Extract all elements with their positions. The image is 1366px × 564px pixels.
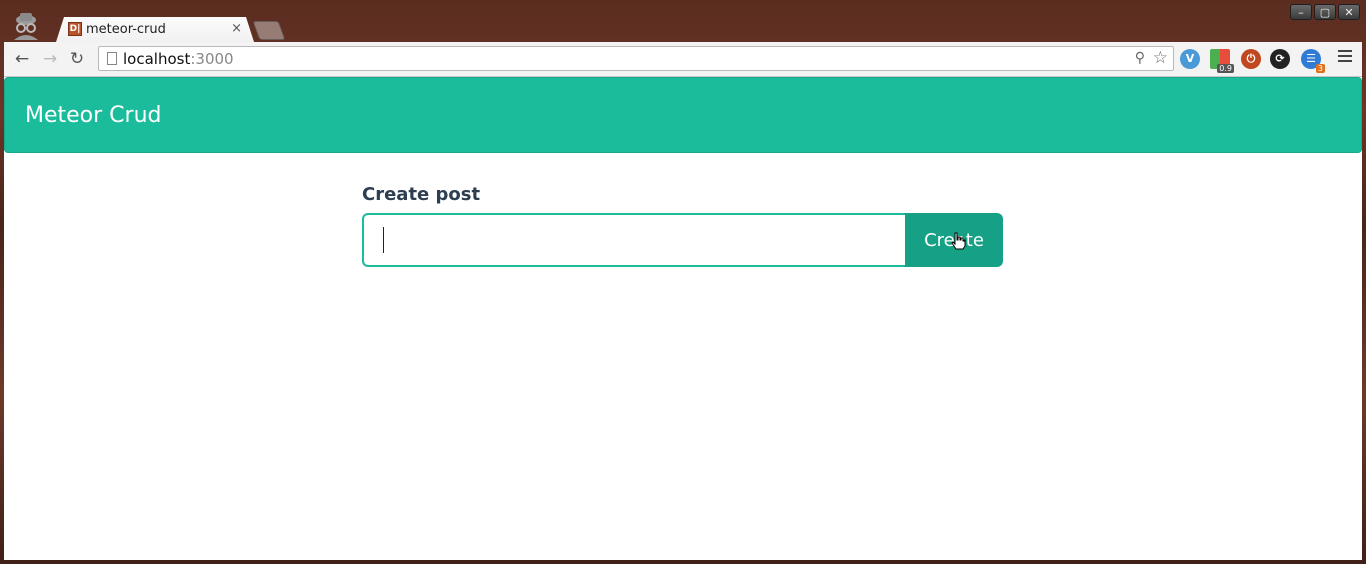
close-window-button[interactable]: ✕ (1338, 4, 1360, 20)
tab-favicon-icon: D| (69, 24, 81, 34)
new-tab-button[interactable] (252, 21, 286, 40)
power-extension-glyph: ⏻ (1246, 52, 1256, 65)
maximize-button[interactable]: ▢ (1314, 4, 1336, 20)
create-post-label: Create post (362, 184, 481, 205)
page-icon (107, 52, 117, 65)
url-port: :3000 (190, 50, 234, 68)
power-extension-icon[interactable]: ⏻ (1241, 49, 1261, 69)
vimium-extension-icon[interactable]: V (1180, 49, 1200, 69)
signal-extension-icon[interactable]: ☰ 3 (1301, 49, 1325, 73)
post-input[interactable] (362, 213, 905, 267)
sync-extension-icon[interactable]: ⟳ (1270, 49, 1290, 69)
tag-extension-badge: 0.9 (1217, 64, 1234, 73)
browser-toolbar: ← → ↻ localhost:3000 ⚲ ☆ V 0.9 ⏻ ⟳ ☰ 3 (4, 42, 1362, 77)
address-url: localhost:3000 (123, 50, 234, 68)
browser-window: D| meteor-crud × – ▢ ✕ ← → ↻ localhost:3… (0, 0, 1366, 564)
hand-cursor-icon (951, 232, 966, 250)
window-controls: – ▢ ✕ (1290, 4, 1360, 20)
vimium-extension-glyph: V (1185, 52, 1195, 65)
app-navbar: Meteor Crud (4, 77, 1362, 153)
signal-extension-glyph: ☰ (1306, 52, 1316, 65)
minimize-button[interactable]: – (1290, 4, 1312, 20)
page-content: Meteor Crud Create post Create (4, 77, 1362, 560)
navbar-brand[interactable]: Meteor Crud (25, 103, 162, 128)
text-caret (383, 227, 384, 253)
back-arrow-icon[interactable]: ← (12, 49, 32, 69)
tag-extension-icon[interactable]: 0.9 (1210, 49, 1234, 73)
create-post-form: Create (362, 213, 1003, 267)
url-host: localhost (123, 50, 191, 68)
titlebar: D| meteor-crud × – ▢ ✕ (0, 0, 1366, 42)
signal-extension-badge: 3 (1315, 64, 1325, 73)
incognito-icon (8, 10, 44, 40)
forward-arrow-icon[interactable]: → (40, 49, 60, 69)
reload-icon[interactable]: ↻ (67, 49, 87, 69)
zoom-icon[interactable]: ⚲ (1135, 50, 1145, 66)
bookmark-star-icon[interactable]: ☆ (1153, 48, 1168, 68)
tab-close-icon[interactable]: × (231, 21, 242, 36)
tab-title: meteor-crud (86, 22, 166, 37)
browser-tab[interactable]: D| meteor-crud × (56, 17, 254, 42)
browser-menu-icon[interactable] (1338, 50, 1352, 64)
address-bar[interactable]: localhost:3000 ⚲ ☆ (98, 46, 1174, 71)
sync-extension-glyph: ⟳ (1275, 52, 1285, 65)
